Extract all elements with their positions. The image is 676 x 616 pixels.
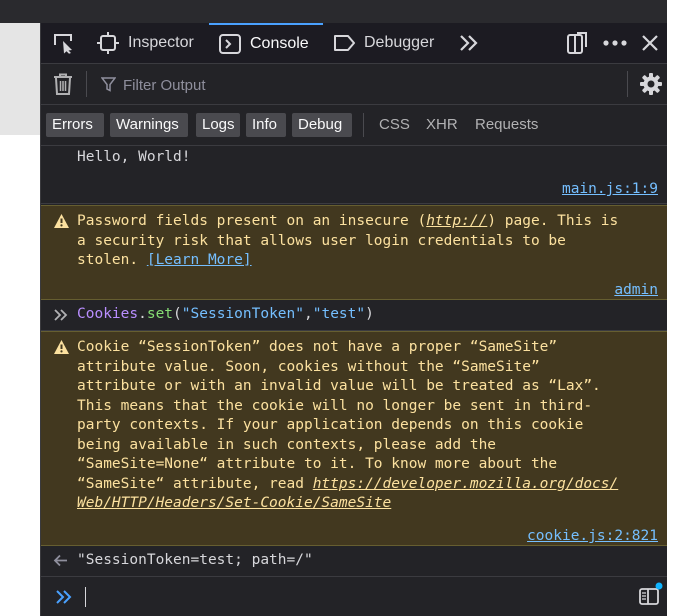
filter-css-button[interactable]: CSS xyxy=(379,113,410,137)
browser-top-strip xyxy=(0,0,676,23)
log-level-filters: Errors Warnings Logs Info Debug CSS XHR … xyxy=(41,105,668,146)
password-warning-text: Password fields present on an insecure (… xyxy=(77,213,619,268)
log-source-link[interactable]: main.js:1:9 xyxy=(562,180,658,200)
tab-console-label: Console xyxy=(250,35,309,52)
debugger-icon xyxy=(333,32,355,54)
filter-xhr-button[interactable]: XHR xyxy=(426,113,458,137)
filter-errors-button[interactable]: Errors xyxy=(46,113,104,137)
filter-warnings-button[interactable]: Warnings xyxy=(110,113,188,137)
devtools-panel: Inspector Console Debugger Filter Output… xyxy=(40,23,668,616)
window-edge xyxy=(667,0,676,616)
tab-debugger-label: Debugger xyxy=(364,34,435,51)
element-picker-icon[interactable] xyxy=(49,23,79,63)
log-text: Hello, World! xyxy=(77,149,191,165)
tab-debugger[interactable]: Debugger xyxy=(333,23,445,63)
command-message: Cookies.set("SessionToken","test") xyxy=(41,301,668,331)
editor-mode-icon[interactable] xyxy=(638,581,664,611)
gear-icon[interactable] xyxy=(639,72,663,100)
log-message: Hello, World! main.js:1:9 xyxy=(41,146,668,204)
tab-inspector[interactable]: Inspector xyxy=(97,23,207,63)
divider xyxy=(627,71,628,97)
filter-input[interactable] xyxy=(121,72,605,98)
cookie-warning-message: Cookie “SessionToken” does not have a pr… xyxy=(41,331,668,546)
devtools-toolbar: Inspector Console Debugger xyxy=(41,23,668,64)
result-text: "SessionToken=test; path=/" xyxy=(77,552,313,568)
more-tools-chevron-icon[interactable] xyxy=(457,23,481,63)
filter-icon xyxy=(100,77,117,96)
filter-info-button[interactable]: Info xyxy=(246,113,286,137)
page-content-area xyxy=(0,23,40,135)
http-link[interactable]: http:// xyxy=(426,213,487,229)
tab-inspector-label: Inspector xyxy=(128,34,194,51)
filter-bar xyxy=(41,64,668,105)
result-message: "SessionToken=test; path=/" xyxy=(41,546,668,576)
prompt-chevron-icon xyxy=(53,308,69,329)
inspector-icon xyxy=(97,32,119,54)
admin-source-link[interactable]: admin xyxy=(614,281,658,301)
command-text: Cookies.set("SessionToken","test") xyxy=(77,306,374,322)
input-prompt-chevron-icon xyxy=(55,589,73,609)
close-icon[interactable] xyxy=(639,23,661,63)
cookie-warning-text: Cookie “SessionToken” does not have a pr… xyxy=(77,339,619,511)
learn-more-link[interactable]: [Learn More] xyxy=(147,252,252,268)
divider xyxy=(86,71,87,97)
divider xyxy=(363,113,364,137)
warning-icon xyxy=(53,213,70,236)
result-arrow-icon xyxy=(53,554,68,574)
password-warning-message: Password fields present on an insecure (… xyxy=(41,205,668,300)
cookie-source-link[interactable]: cookie.js:2:821 xyxy=(527,527,658,547)
dock-side-icon[interactable] xyxy=(565,23,589,63)
tab-console[interactable]: Console xyxy=(209,23,323,63)
filter-logs-button[interactable]: Logs xyxy=(196,113,240,137)
console-icon xyxy=(219,33,241,55)
filter-requests-button[interactable]: Requests xyxy=(475,113,538,137)
filter-debug-button[interactable]: Debug xyxy=(292,113,352,137)
more-options-icon[interactable] xyxy=(601,23,629,63)
text-caret xyxy=(85,587,86,607)
console-input-row[interactable] xyxy=(41,576,668,616)
trash-icon[interactable] xyxy=(53,73,73,99)
warning-icon xyxy=(53,339,70,362)
